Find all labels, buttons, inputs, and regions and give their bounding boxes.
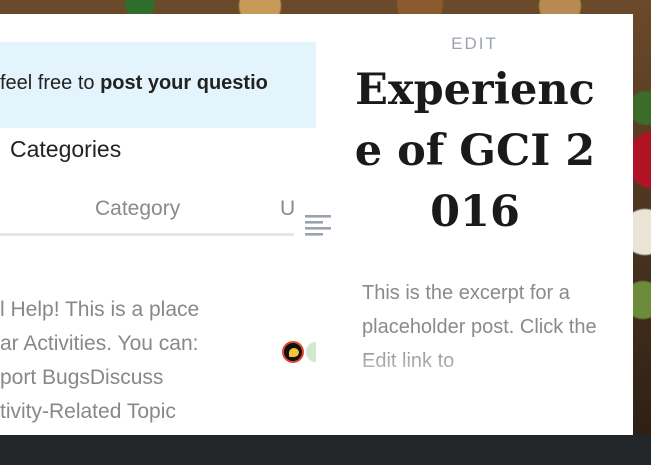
post-card: EDIT Experience of GCI 2016 This is the … [316,14,633,435]
post-title[interactable]: Experience of GCI 2016 [350,60,600,243]
category-description-line: port BugsDiscuss [0,366,164,389]
banner-text: feel free to post your questio [0,72,268,95]
categories-heading: Categories [10,136,122,162]
banner-text-bold: post your questio [100,72,268,94]
category-description-line: tivity-Related Topic [0,400,176,423]
category-description: l Help! This is a place ar Activities. Y… [0,293,300,429]
user-avatar [282,341,304,363]
footer-bar [0,435,651,465]
text-align-left-icon [305,215,331,236]
user-avatar-partial [306,342,316,362]
excerpt-fade [316,344,633,435]
edit-link[interactable]: EDIT [316,34,633,54]
table-header-divider [0,233,294,236]
category-column-header: Category [95,197,181,220]
category-description-line: l Help! This is a place [0,298,200,321]
users-column-header: U [280,197,296,220]
category-description-line: ar Activities. You can: [0,332,199,355]
post-featured-image[interactable]: feel free to post your questio Categorie… [0,14,316,435]
banner-text-prefix: feel free to [0,72,101,94]
